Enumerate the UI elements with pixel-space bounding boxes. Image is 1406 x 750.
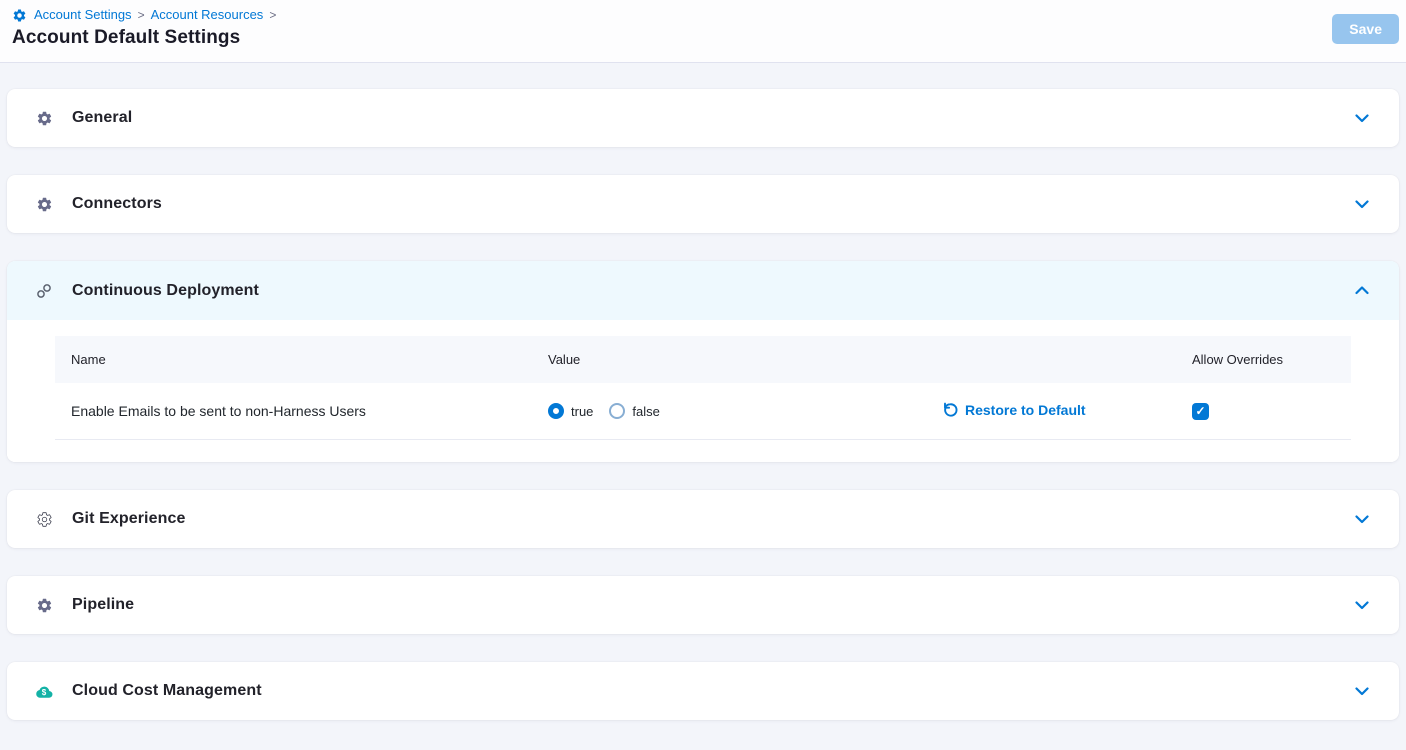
gear-icon — [35, 196, 53, 213]
column-header-value: Value — [535, 352, 925, 367]
true-false-radio-group: true false — [548, 403, 925, 419]
section-connectors-header[interactable]: Connectors — [7, 175, 1399, 233]
settings-sections: General Connectors Continuous Deploy — [0, 63, 1406, 720]
radio-label: false — [632, 404, 659, 419]
chevron-down-icon[interactable] — [1355, 687, 1369, 696]
chevron-down-icon[interactable] — [1355, 601, 1369, 610]
chevron-down-icon[interactable] — [1355, 114, 1369, 123]
section-title: Git Experience — [72, 510, 1355, 528]
breadcrumb-account-resources[interactable]: Account Resources — [151, 7, 264, 23]
breadcrumb: Account Settings > Account Resources > — [12, 7, 1394, 23]
settings-table-header: Name Value Allow Overrides — [55, 336, 1351, 383]
section-cloud-cost-management: $ Cloud Cost Management — [7, 662, 1399, 720]
cloud-dollar-icon: $ — [35, 684, 53, 699]
restore-to-default-link[interactable]: Restore to Default — [942, 402, 1086, 418]
page-title: Account Default Settings — [12, 27, 1394, 49]
radio-option-false[interactable]: false — [609, 403, 659, 419]
section-pipeline: Pipeline — [7, 576, 1399, 634]
radio-option-true[interactable]: true — [548, 403, 593, 419]
restore-icon — [942, 402, 958, 418]
section-title: General — [72, 109, 1355, 127]
settings-gear-icon — [12, 8, 27, 23]
continuous-deployment-settings: Name Value Allow Overrides Enable Emails… — [7, 320, 1399, 462]
radio-true-selected[interactable] — [548, 403, 564, 419]
table-row: Enable Emails to be sent to non-Harness … — [55, 383, 1351, 440]
allow-overrides-cell: ✓ — [1190, 403, 1351, 420]
restore-cell: Restore to Default — [925, 402, 1190, 421]
section-title: Cloud Cost Management — [72, 682, 1355, 700]
allow-overrides-checkbox[interactable]: ✓ — [1192, 403, 1209, 420]
breadcrumb-account-settings[interactable]: Account Settings — [34, 7, 132, 23]
section-connectors: Connectors — [7, 175, 1399, 233]
section-git-experience-header[interactable]: Git Experience — [7, 490, 1399, 548]
section-continuous-deployment-header[interactable]: Continuous Deployment — [7, 261, 1399, 320]
setting-name: Enable Emails to be sent to non-Harness … — [55, 403, 535, 419]
section-title: Connectors — [72, 195, 1355, 213]
chevron-down-icon[interactable] — [1355, 200, 1369, 209]
section-cloud-cost-management-header[interactable]: $ Cloud Cost Management — [7, 662, 1399, 720]
check-icon: ✓ — [1195, 404, 1205, 418]
column-header-name: Name — [55, 352, 535, 367]
radio-label: true — [571, 404, 593, 419]
section-continuous-deployment: Continuous Deployment Name Value Allow O… — [7, 261, 1399, 462]
section-pipeline-header[interactable]: Pipeline — [7, 576, 1399, 634]
section-git-experience: Git Experience — [7, 490, 1399, 548]
section-title: Continuous Deployment — [72, 282, 1355, 300]
settings-table: Name Value Allow Overrides Enable Emails… — [55, 336, 1351, 440]
column-header-allow-overrides: Allow Overrides — [1190, 352, 1351, 367]
radio-false-unselected[interactable] — [609, 403, 625, 419]
gear-icon — [35, 110, 53, 127]
save-button[interactable]: Save — [1332, 14, 1399, 44]
setting-value: true false — [535, 403, 925, 419]
section-general-header[interactable]: General — [7, 89, 1399, 147]
svg-text:$: $ — [42, 688, 47, 697]
breadcrumb-separator: > — [138, 7, 145, 23]
section-general: General — [7, 89, 1399, 147]
page-header: Account Settings > Account Resources > A… — [0, 0, 1406, 63]
cd-link-icon — [35, 283, 53, 299]
gear-outline-icon — [35, 511, 53, 528]
breadcrumb-separator: > — [269, 7, 276, 23]
chevron-down-icon[interactable] — [1355, 515, 1369, 524]
restore-link-label: Restore to Default — [965, 402, 1086, 418]
chevron-up-icon[interactable] — [1355, 286, 1369, 295]
section-title: Pipeline — [72, 596, 1355, 614]
gear-icon — [35, 597, 53, 614]
